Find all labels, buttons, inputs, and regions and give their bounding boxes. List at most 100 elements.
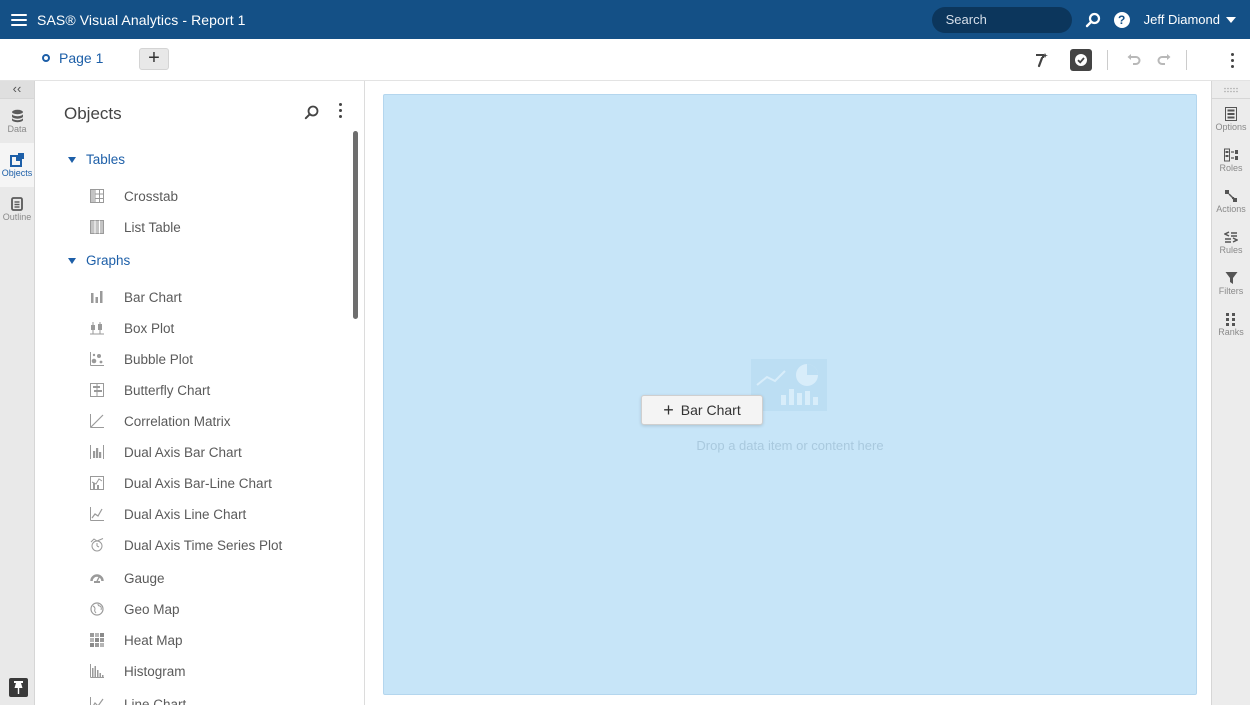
collapse-pane-button[interactable]: ‹‹ (0, 81, 34, 99)
object-label: Dual Axis Time Series Plot (124, 537, 283, 553)
pane-more-options-icon[interactable] (337, 103, 343, 118)
rail-item-ranks[interactable]: Ranks (1212, 304, 1250, 345)
group-label: Graphs (86, 253, 131, 268)
help-icon[interactable]: ? (1113, 11, 1130, 28)
object-label: Heat Map (124, 632, 183, 648)
object-correlation-matrix[interactable]: Correlation Matrix (90, 410, 231, 432)
chip-label: Bar Chart (680, 402, 741, 418)
object-geo-map[interactable]: Geo Map (90, 598, 180, 620)
expanded-triangle-icon (68, 257, 76, 264)
object-gauge[interactable]: Gauge (90, 567, 165, 589)
pane-scrollbar[interactable] (353, 131, 358, 319)
tab-label: Page 1 (59, 50, 104, 66)
search-box (931, 6, 1072, 33)
options-icon (1225, 107, 1237, 121)
search-input[interactable] (945, 12, 1072, 27)
right-pane-rail: Options Roles Actions Rules Filters Rank… (1211, 81, 1250, 705)
more-options-icon[interactable] (1225, 48, 1239, 72)
undo-icon[interactable] (1123, 48, 1145, 72)
database-icon (11, 109, 23, 122)
group-tables[interactable]: Tables (68, 152, 125, 167)
object-dual-axis-bar-line-chart[interactable]: Dual Axis Bar-Line Chart (90, 472, 272, 494)
search-icon[interactable] (1082, 9, 1104, 31)
object-label: Geo Map (124, 601, 180, 617)
left-pane-rail: ‹‹ Data Objects Outline (0, 81, 35, 705)
drop-zone[interactable]: + Bar Chart Drop a data item or content … (383, 94, 1197, 695)
object-list-table[interactable]: List Table (90, 216, 181, 238)
rail-item-filters[interactable]: Filters (1212, 263, 1250, 304)
page-status-dot-icon (42, 54, 50, 62)
object-label: Box Plot (124, 320, 175, 336)
search-objects-icon[interactable] (304, 105, 319, 125)
object-dual-axis-line-chart[interactable]: Dual Axis Line Chart (90, 503, 246, 525)
rail-label: Objects (1, 167, 33, 178)
rail-item-options[interactable]: Options (1212, 99, 1250, 140)
group-graphs[interactable]: Graphs (68, 253, 130, 268)
object-label: Dual Axis Bar Chart (124, 444, 242, 460)
add-page-button[interactable]: + (139, 48, 169, 70)
filter-icon (1225, 272, 1237, 284)
rail-item-rules[interactable]: Rules (1212, 222, 1250, 263)
object-butterfly-chart[interactable]: Butterfly Chart (90, 379, 210, 401)
pin-pane-button[interactable] (9, 678, 28, 697)
rail-label: Options (1215, 122, 1247, 132)
toolbar-divider (1107, 50, 1108, 70)
object-label: Dual Axis Line Chart (124, 506, 247, 522)
objects-icon (10, 152, 24, 167)
object-bubble-plot[interactable]: Bubble Plot (90, 348, 193, 370)
bubble-plot-icon (90, 352, 104, 366)
object-label: Bar Chart (124, 289, 182, 305)
bar-chart-icon (90, 290, 104, 304)
object-heat-map[interactable]: Heat Map (90, 629, 183, 651)
grip-handle-icon[interactable] (1212, 81, 1250, 99)
report-canvas: + Bar Chart Drop a data item or content … (365, 81, 1211, 705)
rail-label: Rules (1219, 245, 1243, 255)
object-box-plot[interactable]: Box Plot (90, 317, 174, 339)
object-line-chart[interactable]: Line Chart (90, 693, 186, 705)
expanded-triangle-icon (68, 156, 76, 163)
rail-item-objects[interactable]: Objects (0, 143, 34, 187)
ranks-icon (1226, 313, 1235, 326)
check-badge-icon (1070, 49, 1092, 71)
object-crosstab[interactable]: Crosstab (90, 185, 178, 207)
rail-label: Actions (1216, 204, 1246, 214)
auto-chart-wand-icon[interactable] (1030, 48, 1054, 72)
page-tab-bar: Page 1 + (0, 39, 1250, 81)
drop-hint-text: Drop a data item or content here (696, 438, 884, 453)
user-name[interactable]: Jeff Diamond (1144, 12, 1220, 27)
user-menu-chevron-down-icon[interactable] (1226, 16, 1236, 23)
objects-pane: Objects Tables Crosstab List Table Graph… (35, 81, 365, 705)
object-label: Gauge (124, 570, 165, 586)
redo-icon[interactable] (1153, 48, 1175, 72)
rail-label: Ranks (1218, 327, 1244, 337)
toggle-interactive-button[interactable] (1069, 48, 1093, 72)
crosstab-icon (90, 189, 104, 203)
drag-object-bar-chart-chip[interactable]: + Bar Chart (641, 395, 763, 425)
geo-map-icon (90, 602, 104, 616)
rail-item-roles[interactable]: Roles (1212, 140, 1250, 181)
dual-axis-bar-chart-icon (90, 445, 104, 459)
object-label: Crosstab (124, 188, 179, 204)
menu-icon[interactable] (11, 13, 27, 26)
box-plot-icon (90, 321, 104, 335)
rail-item-outline[interactable]: Outline (0, 187, 34, 231)
dual-axis-line-chart-icon (90, 507, 104, 521)
object-histogram[interactable]: Histogram (90, 660, 186, 682)
histogram-icon (90, 664, 104, 678)
rail-item-data[interactable]: Data (0, 99, 34, 143)
list-table-icon (90, 220, 104, 234)
object-bar-chart[interactable]: Bar Chart (90, 286, 182, 308)
correlation-matrix-icon (90, 414, 104, 428)
object-dual-axis-bar-chart[interactable]: Dual Axis Bar Chart (90, 441, 242, 463)
tab-page-1[interactable]: Page 1 (42, 50, 103, 66)
object-dual-axis-time-series-plot[interactable]: Dual Axis Time Series Plot (90, 534, 282, 556)
plus-icon: + (663, 400, 674, 420)
pin-icon (14, 681, 23, 694)
app-header: SAS® Visual Analytics - Report 1 ? Jeff … (0, 0, 1250, 39)
gauge-icon (90, 571, 104, 585)
app-title: SAS® Visual Analytics - Report 1 (37, 11, 246, 28)
line-chart-icon (90, 697, 104, 705)
rail-item-actions[interactable]: Actions (1212, 181, 1250, 222)
rail-label: Outline (2, 211, 32, 222)
heat-map-icon (90, 633, 104, 647)
